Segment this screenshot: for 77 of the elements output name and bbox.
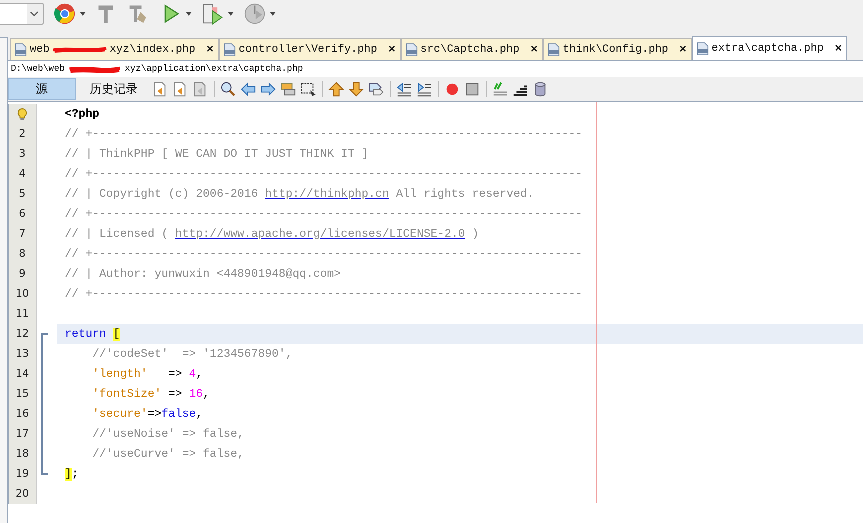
- code-line: // +-----------------------------------------------------------------------: [65, 128, 583, 140]
- close-icon[interactable]: ×: [206, 42, 214, 56]
- stop-icon[interactable]: [464, 80, 481, 98]
- php-file-icon: [15, 42, 27, 56]
- line-number: 10: [16, 288, 30, 300]
- down-arrow-icon[interactable]: [348, 80, 365, 98]
- code-line: <?php: [65, 108, 100, 120]
- selection-icon[interactable]: [300, 80, 317, 98]
- php-file-icon: [406, 42, 418, 56]
- code-line: //'codeSet' => '1234567890',: [92, 348, 293, 360]
- line-number: 4: [19, 168, 26, 180]
- tag-icon[interactable]: [368, 80, 385, 98]
- line-number: 18: [16, 448, 30, 460]
- close-icon[interactable]: ×: [388, 42, 396, 56]
- indent-icon[interactable]: [416, 80, 433, 98]
- code-line: // | Author: yunwuxin <448901948@qq.com>: [65, 268, 342, 280]
- chevron-icon[interactable]: [30, 11, 39, 17]
- line-number: 5: [19, 188, 26, 200]
- target-field[interactable]: [0, 3, 44, 25]
- code-line: return [: [65, 328, 120, 340]
- php-file-icon: [548, 42, 560, 56]
- code-line: 'fontSize' => 16,: [92, 388, 210, 400]
- code-line: //'useCurve' => false,: [92, 448, 244, 460]
- line-number: 15: [16, 388, 30, 400]
- line-number: 9: [19, 268, 26, 280]
- line-number: 16: [16, 408, 30, 420]
- code-line: ];: [65, 468, 79, 480]
- line-number: 11: [16, 308, 30, 320]
- code-line: // +-----------------------------------------------------------------------: [65, 248, 583, 260]
- code-line: // | Copyright (c) 2006-2016 http://thinkphp.cn All rights reserved.: [65, 188, 534, 200]
- close-icon[interactable]: ×: [530, 42, 538, 56]
- editor-tab[interactable]: extra\captcha.php ×: [692, 36, 848, 60]
- view-tab[interactable]: 历史记录: [79, 78, 149, 100]
- editor-tab[interactable]: web xyz\index.php ×: [10, 38, 219, 60]
- caret-icon[interactable]: [186, 12, 192, 16]
- view-tab[interactable]: 源: [8, 78, 76, 100]
- line-number: 2: [19, 128, 26, 140]
- line-number: 20: [16, 488, 30, 500]
- code-line: // +-----------------------------------------------------------------------: [65, 168, 583, 180]
- caret-icon[interactable]: [270, 12, 276, 16]
- code-line: // +-----------------------------------------------------------------------: [65, 208, 583, 220]
- browser-icon[interactable]: [54, 3, 76, 25]
- line-number: 12: [16, 328, 30, 340]
- code-line: // | ThinkPHP [ WE CAN DO IT JUST THINK IT ]: [65, 148, 369, 160]
- line-number: 7: [19, 228, 26, 240]
- editor-tab[interactable]: think\Config.php ×: [542, 38, 692, 60]
- stacked-boxes-icon[interactable]: [280, 80, 297, 98]
- code-line: // +-----------------------------------------------------------------------: [65, 288, 583, 300]
- code-line: 'secure'=>false,: [92, 408, 204, 420]
- code-line: //'useNoise' => false,: [92, 428, 244, 440]
- code-line: // | Licensed ( http://www.apache.org/licenses/LICENSE-2.0 ): [65, 228, 480, 240]
- close-icon[interactable]: ×: [834, 42, 842, 56]
- lightbulb-icon[interactable]: [17, 108, 28, 120]
- line-number: 17: [16, 428, 30, 440]
- left-arrow-icon[interactable]: [240, 80, 257, 98]
- up-arrow-icon[interactable]: [328, 80, 345, 98]
- close-icon[interactable]: ×: [680, 42, 687, 56]
- php-file-icon: [224, 42, 236, 56]
- caret-icon[interactable]: [80, 12, 86, 16]
- right-arrow-icon[interactable]: [260, 80, 277, 98]
- file-path: xyz\application\extra\captcha.php: [125, 64, 304, 74]
- editor-tab[interactable]: src\Captcha.php ×: [400, 38, 543, 60]
- caret-icon[interactable]: [228, 12, 234, 16]
- php-file-icon: [696, 42, 709, 56]
- check-lines-icon[interactable]: [492, 80, 509, 98]
- outdent-icon[interactable]: [396, 80, 413, 98]
- debug-run-icon[interactable]: [202, 3, 224, 25]
- line-number: 13: [16, 348, 30, 360]
- line-number: 19: [16, 468, 30, 480]
- line-number: 8: [19, 248, 26, 260]
- line-number: 6: [19, 208, 26, 220]
- line-number: 14: [16, 368, 30, 380]
- search-icon[interactable]: [220, 80, 237, 98]
- file-path: D:\web\web: [11, 64, 66, 74]
- editor-tab[interactable]: controller\Verify.php ×: [218, 38, 401, 60]
- line-number: 3: [19, 148, 26, 160]
- code-line: 'length' => 4,: [92, 368, 204, 380]
